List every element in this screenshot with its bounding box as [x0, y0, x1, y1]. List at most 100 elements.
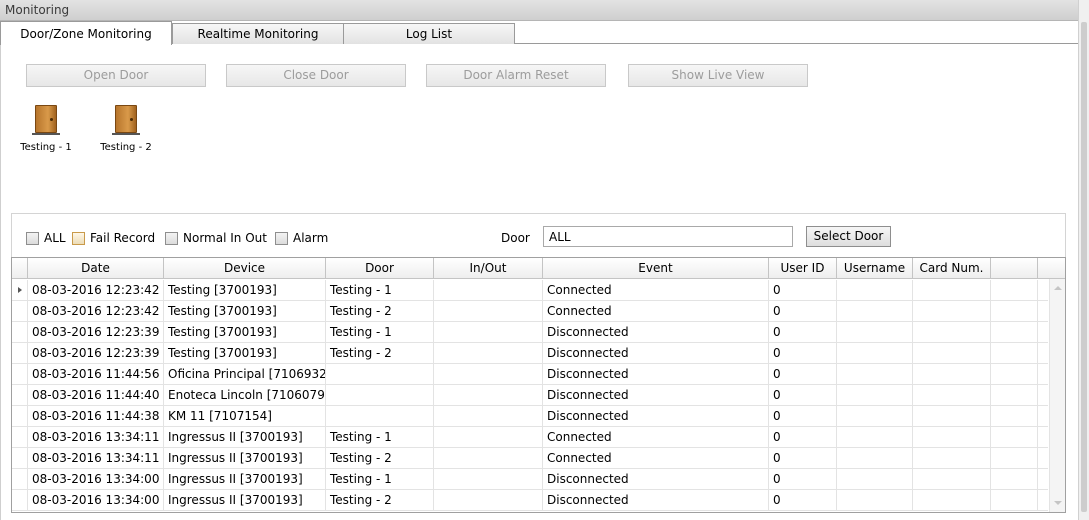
cell-event[interactable]: Disconnected — [543, 490, 769, 511]
cell-username[interactable] — [837, 427, 913, 448]
row-header[interactable] — [12, 490, 28, 511]
cell-event[interactable]: Disconnected — [543, 385, 769, 406]
cell-event[interactable]: Disconnected — [543, 364, 769, 385]
close-door-button[interactable]: Close Door — [226, 64, 406, 87]
table-row[interactable]: 08-03-2016 13:34:11 Ingressus II [3700193… — [12, 427, 1048, 448]
cell-door[interactable] — [326, 385, 434, 406]
cell-door[interactable]: Testing - 2 — [326, 490, 434, 511]
column-header-date[interactable]: Date — [28, 258, 164, 279]
cell-card-num[interactable] — [913, 385, 991, 406]
table-row[interactable]: 08-03-2016 12:23:42 Testing [3700193] Test… — [12, 301, 1048, 322]
cell-door[interactable] — [326, 364, 434, 385]
column-header-device[interactable]: Device — [164, 258, 326, 279]
cell-door[interactable] — [326, 406, 434, 427]
cell-user-id[interactable]: 0 — [769, 385, 837, 406]
cell-device[interactable]: Ingressus II [3700193] — [164, 427, 326, 448]
cell-user-id[interactable]: 0 — [769, 427, 837, 448]
select-door-button[interactable]: Select Door — [806, 226, 891, 247]
scrollbar-thumb[interactable] — [1081, 22, 1087, 512]
door-item-testing-2[interactable]: Testing - 2 — [96, 105, 156, 153]
cell-device[interactable]: Ingressus II [3700193] — [164, 448, 326, 469]
cell-in-out[interactable] — [434, 301, 543, 322]
cell-card-num[interactable] — [913, 343, 991, 364]
cell-event[interactable]: Disconnected — [543, 343, 769, 364]
cell-date[interactable]: 08-03-2016 13:34:00 — [28, 490, 164, 511]
row-header[interactable] — [12, 385, 28, 406]
cell-event[interactable]: Connected — [543, 301, 769, 322]
cell-card-num[interactable] — [913, 280, 991, 301]
table-row[interactable]: 08-03-2016 13:34:11 Ingressus II [3700193… — [12, 448, 1048, 469]
cell-date[interactable]: 08-03-2016 13:34:00 — [28, 469, 164, 490]
checkbox-box[interactable] — [165, 231, 178, 245]
door-item-testing-1[interactable]: Testing - 1 — [16, 105, 76, 153]
cell-door[interactable]: Testing - 1 — [326, 469, 434, 490]
cell-device[interactable]: Testing [3700193] — [164, 280, 326, 301]
cell-event[interactable]: Connected — [543, 280, 769, 301]
cell-device[interactable]: KM 11 [7107154] — [164, 406, 326, 427]
table-row[interactable]: 08-03-2016 13:34:00 Ingressus II [3700193… — [12, 469, 1048, 490]
cell-door[interactable]: Testing - 1 — [326, 322, 434, 343]
row-header[interactable] — [12, 301, 28, 322]
row-header[interactable] — [12, 364, 28, 385]
scroll-up-icon[interactable] — [1054, 286, 1062, 290]
cell-user-id[interactable]: 0 — [769, 343, 837, 364]
cell-door[interactable]: Testing - 2 — [326, 448, 434, 469]
open-door-button[interactable]: Open Door — [26, 64, 206, 87]
normal-in-out-checkbox[interactable]: Normal In Out — [165, 231, 267, 245]
show-live-view-button[interactable]: Show Live View — [628, 64, 808, 87]
cell-in-out[interactable] — [434, 427, 543, 448]
cell-username[interactable] — [837, 280, 913, 301]
row-header[interactable] — [12, 322, 28, 343]
cell-username[interactable] — [837, 406, 913, 427]
cell-device[interactable]: Oficina Principal [7106932] — [164, 364, 326, 385]
cell-in-out[interactable] — [434, 385, 543, 406]
checkbox-box[interactable] — [275, 231, 288, 245]
page-vertical-scrollbar[interactable] — [1078, 0, 1089, 520]
cell-event[interactable]: Disconnected — [543, 406, 769, 427]
cell-in-out[interactable] — [434, 448, 543, 469]
door-alarm-reset-button[interactable]: Door Alarm Reset — [426, 64, 606, 87]
cell-username[interactable] — [837, 343, 913, 364]
column-header-username[interactable]: Username — [837, 258, 913, 279]
row-header[interactable] — [12, 448, 28, 469]
cell-date[interactable]: 08-03-2016 12:23:39 — [28, 322, 164, 343]
cell-username[interactable] — [837, 322, 913, 343]
cell-username[interactable] — [837, 301, 913, 322]
checkbox-box[interactable] — [72, 231, 85, 245]
cell-username[interactable] — [837, 364, 913, 385]
cell-user-id[interactable]: 0 — [769, 448, 837, 469]
cell-card-num[interactable] — [913, 301, 991, 322]
table-row[interactable]: 08-03-2016 11:44:40 Enoteca Lincoln [7106… — [12, 385, 1048, 406]
alarm-checkbox[interactable]: Alarm — [275, 231, 328, 245]
cell-door[interactable]: Testing - 2 — [326, 301, 434, 322]
cell-card-num[interactable] — [913, 490, 991, 511]
cell-in-out[interactable] — [434, 490, 543, 511]
column-header-card-num[interactable]: Card Num. — [913, 258, 991, 279]
row-header[interactable] — [12, 406, 28, 427]
cell-in-out[interactable] — [434, 280, 543, 301]
cell-card-num[interactable] — [913, 364, 991, 385]
cell-date[interactable]: 08-03-2016 11:44:40 — [28, 385, 164, 406]
cell-user-id[interactable]: 0 — [769, 469, 837, 490]
table-row[interactable]: 08-03-2016 13:34:00 Ingressus II [3700193… — [12, 490, 1048, 511]
cell-in-out[interactable] — [434, 364, 543, 385]
cell-date[interactable]: 08-03-2016 12:23:42 — [28, 301, 164, 322]
column-header-event[interactable]: Event — [543, 258, 769, 279]
scroll-down-icon[interactable] — [1054, 501, 1062, 505]
door-filter-input[interactable] — [543, 226, 793, 247]
cell-in-out[interactable] — [434, 469, 543, 490]
cell-door[interactable]: Testing - 2 — [326, 343, 434, 364]
row-header[interactable] — [12, 280, 28, 301]
cell-date[interactable]: 08-03-2016 12:23:42 — [28, 280, 164, 301]
cell-in-out[interactable] — [434, 322, 543, 343]
cell-card-num[interactable] — [913, 322, 991, 343]
tab-door-zone-monitoring[interactable]: Door/Zone Monitoring — [0, 21, 172, 45]
cell-card-num[interactable] — [913, 427, 991, 448]
cell-device[interactable]: Testing [3700193] — [164, 322, 326, 343]
cell-user-id[interactable]: 0 — [769, 322, 837, 343]
cell-date[interactable]: 08-03-2016 11:44:56 — [28, 364, 164, 385]
fail-record-checkbox[interactable]: Fail Record — [72, 231, 155, 245]
tab-realtime-monitoring[interactable]: Realtime Monitoring — [172, 23, 344, 45]
cell-door[interactable]: Testing - 1 — [326, 427, 434, 448]
row-header[interactable] — [12, 343, 28, 364]
